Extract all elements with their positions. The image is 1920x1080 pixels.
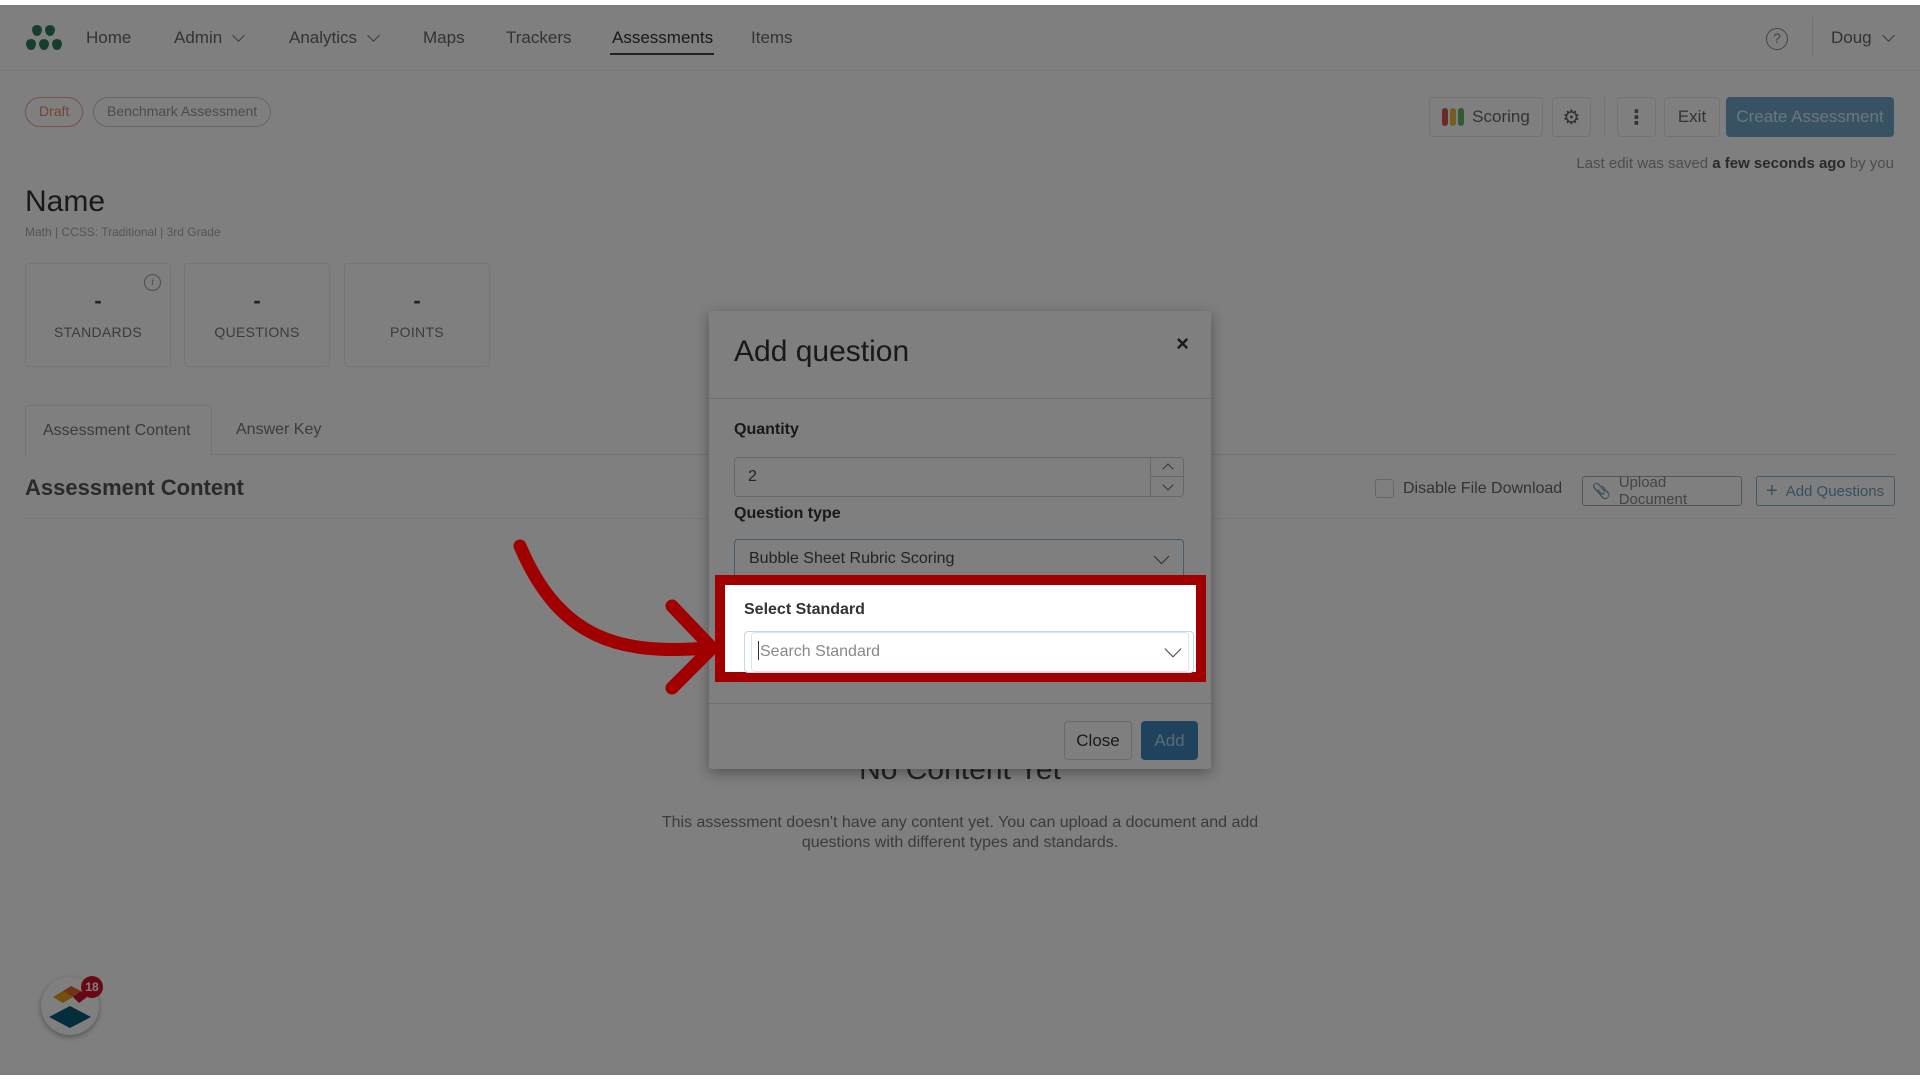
chevron-up-icon [1161,463,1174,475]
question-type-value: Bubble Sheet Rubric Scoring [749,550,955,567]
select-standard-highlight: Select Standard Search Standard [715,575,1206,682]
standard-search-field[interactable]: Search Standard [744,631,1194,673]
standard-search-input[interactable]: Search Standard [751,632,1189,672]
quantity-spinner [1150,458,1184,496]
decrement-button[interactable] [1151,477,1184,496]
bottom-strip [0,1075,1920,1080]
modal-footer: Close Add [709,703,1211,769]
modal-title: Add question [734,335,910,368]
quantity-value: 2 [748,468,757,485]
chevron-down-icon [1161,478,1174,491]
text-cursor [758,640,759,660]
select-standard-label: Select Standard [744,601,865,618]
quantity-stepper[interactable]: 2 [734,457,1184,497]
increment-button[interactable] [1151,458,1184,477]
quantity-label: Quantity [734,421,799,438]
question-type-label: Question type [734,505,841,522]
close-icon[interactable]: × [1176,331,1189,357]
chevron-down-icon [1153,548,1170,565]
close-button[interactable]: Close [1064,721,1132,760]
add-question-modal: Add question × Quantity 2 Question type … [709,311,1211,769]
standard-placeholder: Search Standard [760,643,881,660]
add-button[interactable]: Add [1141,721,1198,760]
modal-header: Add question × [709,311,1211,399]
